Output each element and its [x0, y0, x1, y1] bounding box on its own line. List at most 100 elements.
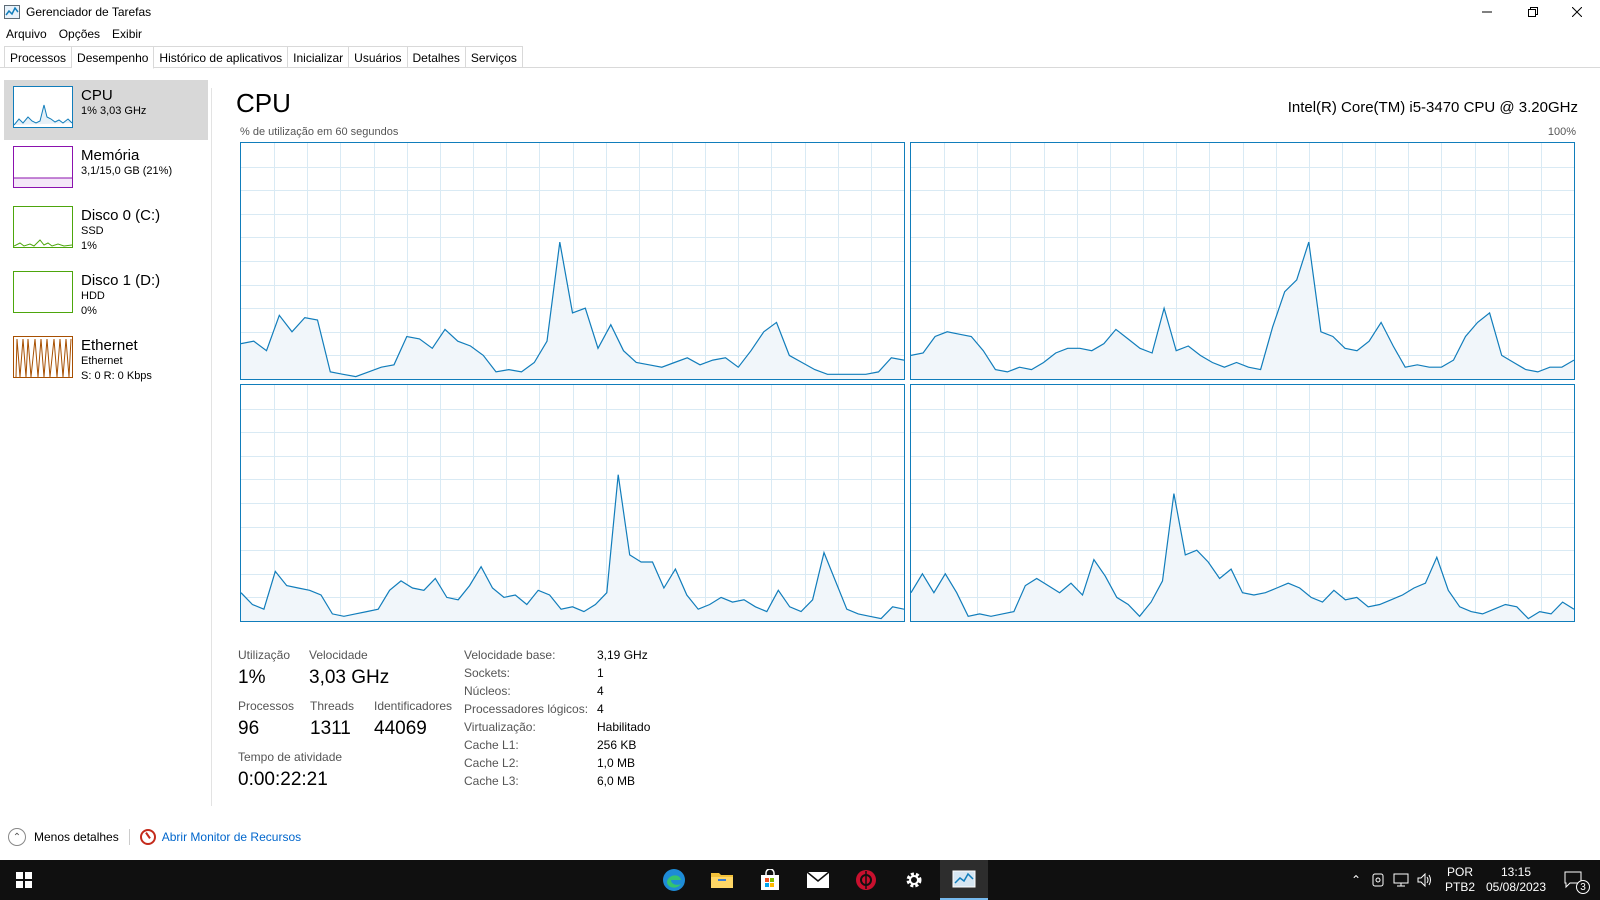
- red-shield-app-icon: [856, 870, 876, 890]
- tab-divider: [0, 67, 1600, 68]
- utilization-caption: % de utilização em 60 segundos: [240, 126, 399, 138]
- footer-divider: [128, 829, 130, 845]
- ethernet-thumbnail: [13, 336, 73, 378]
- speaker-icon: [1417, 873, 1431, 887]
- core-graph-1: [910, 142, 1575, 380]
- cpu-thumbnail-graph: [14, 104, 72, 126]
- sidebar-item-cpu[interactable]: CPU 1% 3,03 GHz: [4, 80, 208, 140]
- processes-value: 96: [238, 718, 260, 739]
- sidebar-item-ethernet[interactable]: Ethernet Ethernet S: 0 R: 0 Kbps: [4, 330, 208, 395]
- tab-detalhes[interactable]: Detalhes: [407, 46, 466, 68]
- info-label-cores: Núcleos:: [464, 684, 511, 698]
- utilization-label: Utilização: [238, 648, 291, 662]
- keyboard-layout: PTB2: [1444, 880, 1475, 894]
- memory-thumbnail: [13, 146, 73, 188]
- info-value-sockets: 1: [597, 666, 604, 680]
- tab-servicos[interactable]: Serviços: [465, 46, 523, 68]
- max-percent-label: 100%: [1547, 126, 1576, 138]
- task-manager-icon: [4, 5, 20, 19]
- cpu-model-name: Intel(R) Core(TM) i5-3470 CPU @ 3.20GHz: [1287, 99, 1578, 116]
- notification-count: 3: [1576, 880, 1590, 894]
- info-label-cache-l3: Cache L3:: [464, 774, 519, 788]
- sidebar-cpu-detail: 1% 3,03 GHz: [81, 105, 147, 117]
- action-center-button[interactable]: 3: [1554, 860, 1594, 900]
- tab-desempenho[interactable]: Desempenho: [72, 46, 155, 69]
- taskbar: ⌃ POR PTB2 13:15 05/08/2023 3: [0, 860, 1600, 900]
- info-value-base-speed: 3,19 GHz: [597, 648, 648, 662]
- minimize-button[interactable]: [1464, 0, 1510, 24]
- info-value-cache-l1: 256 KB: [597, 738, 637, 752]
- threads-value: 1311: [310, 718, 351, 739]
- handles-label: Identificadores: [374, 699, 453, 713]
- mail-icon: [806, 871, 830, 888]
- utilization-value: 1%: [238, 667, 266, 688]
- sidebar-disk0-usage: 1%: [81, 240, 97, 252]
- core-graph-0: [240, 142, 905, 380]
- core-graph-3-plot: [911, 385, 1574, 621]
- close-icon: [1572, 7, 1582, 17]
- fewer-details-button[interactable]: ⌃ Menos detalhes: [8, 828, 119, 846]
- sidebar-divider: [211, 88, 212, 806]
- info-label-cache-l2: Cache L2:: [464, 756, 519, 770]
- tray-network[interactable]: [1390, 860, 1412, 900]
- sidebar-disk1-title: Disco 1 (D:): [81, 272, 161, 289]
- title-bar: Gerenciador de Tarefas: [0, 0, 1600, 24]
- info-value-cache-l2: 1,0 MB: [597, 756, 636, 770]
- window-title: Gerenciador de Tarefas: [26, 5, 152, 19]
- tray-clock[interactable]: 13:15 05/08/2023: [1480, 860, 1552, 900]
- edge-browser-icon: [663, 869, 685, 891]
- core-graph-3: [910, 384, 1575, 622]
- open-resource-monitor-link[interactable]: Abrir Monitor de Recursos: [139, 829, 302, 845]
- folder-icon: [711, 873, 733, 888]
- sidebar-item-disco1[interactable]: Disco 1 (D:) HDD 0%: [4, 265, 208, 330]
- taskbar-file-explorer[interactable]: [698, 860, 746, 900]
- taskbar-edge[interactable]: [650, 860, 698, 900]
- show-hidden-icons-button[interactable]: ⌃: [1346, 860, 1366, 900]
- handles-value: 44069: [374, 718, 427, 739]
- taskbar-store[interactable]: [746, 860, 794, 900]
- sidebar-disk0-type: SSD: [81, 225, 104, 237]
- speed-value: 3,03 GHz: [309, 667, 390, 688]
- disk0-thumbnail-graph: [14, 239, 72, 247]
- open-resource-monitor-label: Abrir Monitor de Recursos: [161, 830, 302, 844]
- gear-icon: [906, 872, 922, 888]
- network-icon: [1393, 873, 1409, 887]
- taskbar-task-manager[interactable]: [940, 860, 988, 900]
- language-code: POR: [1446, 865, 1473, 879]
- threads-label: Threads: [310, 699, 355, 713]
- info-value-logical: 4: [597, 702, 604, 716]
- resource-monitor-icon: [139, 829, 156, 845]
- menu-opcoes[interactable]: Opções: [53, 27, 106, 41]
- tab-historico[interactable]: Histórico de aplicativos: [154, 46, 289, 68]
- info-value-cache-l3: 6,0 MB: [597, 774, 636, 788]
- restore-button[interactable]: [1510, 0, 1556, 24]
- tray-volume[interactable]: [1414, 860, 1436, 900]
- taskbar-mail[interactable]: [794, 860, 842, 900]
- start-button[interactable]: [0, 860, 48, 900]
- processes-label: Processos: [238, 699, 295, 713]
- tab-inicializar[interactable]: Inicializar: [288, 46, 350, 68]
- core-graph-2-plot: [241, 385, 904, 621]
- menu-exibir[interactable]: Exibir: [106, 27, 148, 41]
- fewer-details-label: Menos detalhes: [34, 830, 119, 844]
- graph-grid: [911, 385, 1574, 621]
- chevron-up-icon: ⌃: [1350, 873, 1362, 887]
- graph-grid: [241, 385, 904, 621]
- device-tray-icon: [1372, 873, 1384, 887]
- menu-arquivo[interactable]: Arquivo: [0, 27, 53, 41]
- disk0-thumbnail: [13, 206, 73, 248]
- tray-language[interactable]: POR PTB2: [1440, 860, 1480, 900]
- info-label-cache-l1: Cache L1:: [464, 738, 519, 752]
- sidebar-disk1-usage: 0%: [81, 305, 97, 317]
- tab-usuarios[interactable]: Usuários: [349, 46, 408, 68]
- taskbar-settings[interactable]: [890, 860, 938, 900]
- memory-thumbnail-graph: [14, 177, 72, 187]
- close-button[interactable]: [1554, 0, 1600, 24]
- minimize-icon: [1482, 11, 1492, 13]
- sidebar-item-disco0[interactable]: Disco 0 (C:) SSD 1%: [4, 200, 208, 265]
- tab-processos[interactable]: Processos: [4, 46, 73, 68]
- tray-device[interactable]: [1368, 860, 1388, 900]
- taskbar-security-app[interactable]: [842, 860, 890, 900]
- sidebar-item-memoria[interactable]: Memória 3,1/15,0 GB (21%): [4, 140, 208, 200]
- uptime-label: Tempo de atividade: [238, 750, 343, 764]
